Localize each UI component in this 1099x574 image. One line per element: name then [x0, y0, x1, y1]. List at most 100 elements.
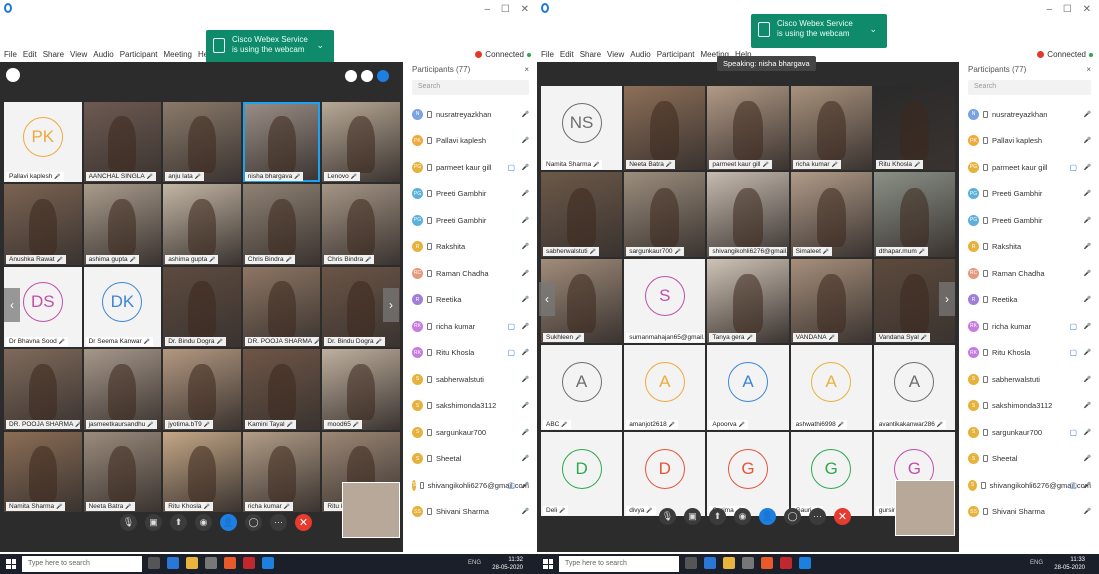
video-tile[interactable]: nisha bhargava 🎤 — [242, 102, 321, 183]
record-icon[interactable]: ◉ — [734, 508, 751, 525]
participant-row[interactable]: RC Raman Chadha 🎤 — [960, 260, 1099, 287]
video-tile[interactable]: Aavantikakanwar286 🎤 — [873, 345, 955, 430]
participant-search-input[interactable]: Search — [412, 80, 529, 95]
end-icon[interactable]: ✕ — [295, 514, 312, 531]
participant-row[interactable]: PG Preeti Gambhir 🎤 — [404, 207, 537, 234]
clock[interactable]: 11:33 28-05-2020 — [1054, 556, 1085, 572]
end-icon[interactable]: ✕ — [834, 508, 851, 525]
layout-grid-icon[interactable] — [345, 70, 357, 82]
video-tile[interactable]: Ssumanmahajan65@gmail.com🎤 — [624, 258, 706, 344]
office-icon[interactable] — [224, 557, 236, 569]
participant-row[interactable]: Nnusratreyazkhan 🎤 — [960, 101, 1099, 128]
participant-row[interactable]: Ssakshimonda3112 🎤 — [404, 393, 537, 420]
participant-row[interactable]: PG Preeti Gambhir 🎤 — [404, 181, 537, 208]
webex-taskbar-icon[interactable] — [262, 557, 274, 569]
participant-row[interactable]: Nnusratreyazkhan 🎤 — [404, 101, 537, 128]
participant-row[interactable]: Ssargunkaur700 ▢ 🎤 — [960, 419, 1099, 446]
video-tile[interactable]: richa kumar 🎤 — [242, 431, 321, 512]
chevron-down-icon[interactable]: ⌄ — [869, 24, 877, 34]
video-tile[interactable]: jasmeetkaursandhu 🎤 — [83, 349, 162, 430]
participant-row[interactable]: PK Pallavi kaplesh 🎤 — [404, 128, 537, 155]
menu-item-meeting[interactable]: Meeting — [164, 50, 192, 59]
layout-switcher[interactable] — [345, 70, 389, 82]
video-tile[interactable]: Kamini Tayal 🎤 — [242, 349, 321, 430]
video-tile[interactable]: Aashwathi6998 🎤 — [790, 345, 872, 430]
video-tile[interactable]: GGauri🎤 — [790, 431, 872, 516]
participant-row[interactable]: R Reetika 🎤 — [960, 287, 1099, 314]
video-tile[interactable]: Simaleet 🎤 — [790, 172, 872, 257]
video-tile[interactable]: anju lata 🎤 — [163, 102, 241, 183]
video-tile[interactable]: Lenovo 🎤 — [322, 102, 400, 183]
video-tile[interactable]: dthapar.mum 🎤 — [873, 172, 955, 257]
store-icon[interactable] — [742, 557, 754, 569]
video-tile[interactable]: Anushka Rawat 🎤 — [4, 184, 82, 265]
menu-item-audio[interactable]: Audio — [630, 50, 650, 59]
participant-row[interactable]: Sshivangikohli6276@gmail.com ▢ 🎤 — [960, 472, 1099, 499]
more-icon[interactable]: ⋯ — [809, 508, 826, 525]
prev-page-arrow[interactable]: ‹ — [4, 288, 20, 322]
video-tile[interactable]: Ritu Khosla 🎤 — [873, 86, 955, 171]
video-tile[interactable]: Chris Bindra 🎤 — [242, 184, 321, 265]
participant-row[interactable]: S Sheetal 🎤 — [404, 446, 537, 473]
video-tile[interactable]: NS Namita Sharma 🎤 — [541, 86, 623, 171]
video-icon[interactable]: ▣ — [684, 508, 701, 525]
video-tile[interactable]: Tanya gera 🎤 — [707, 258, 789, 344]
video-tile[interactable]: mood65 🎤 — [322, 349, 400, 430]
participant-row[interactable]: PK Pallavi kaplesh 🎤 — [960, 128, 1099, 155]
video-tile[interactable]: ashima gupta 🎤 — [163, 184, 241, 265]
participant-row[interactable]: Ssabherwalstuti 🎤 — [404, 366, 537, 393]
menu-item-edit[interactable]: Edit — [560, 50, 574, 59]
video-tile[interactable]: jyotima.bT9 🎤 — [163, 349, 241, 430]
participant-row[interactable]: RK richa kumar ▢ 🎤 — [960, 313, 1099, 340]
video-tile[interactable]: Neeta Batra 🎤 — [83, 431, 162, 512]
window-controls[interactable]: – ☐ ✕ — [1047, 4, 1095, 15]
menu-item-file[interactable]: File — [4, 50, 17, 59]
video-tile[interactable]: sargunkaur700 🎤 — [624, 172, 706, 257]
video-tile[interactable]: AANCHAL SINGLA 🎤 — [83, 102, 162, 183]
video-tile[interactable]: PK Pallavi kaplesh 🎤 — [4, 102, 82, 183]
taskbar-search-input[interactable]: Type here to search — [559, 556, 679, 572]
next-page-arrow[interactable]: › — [383, 288, 399, 322]
video-tile[interactable]: D Deli 🎤 — [541, 431, 623, 516]
participant-row[interactable]: Sshivangikohli6276@gmail.com ▢ 🎤 — [404, 472, 537, 499]
app-icon[interactable] — [243, 557, 255, 569]
video-tile[interactable]: VANDANA 🎤 — [790, 258, 872, 344]
office-icon[interactable] — [761, 557, 773, 569]
mute-icon[interactable]: 🎙 — [659, 508, 676, 525]
explorer-icon[interactable] — [186, 557, 198, 569]
windows-start-icon[interactable] — [6, 559, 16, 569]
video-tile[interactable]: parmeet kaur gill 🎤 — [707, 86, 789, 171]
participant-row[interactable]: RK Ritu Khosla ▢ 🎤 — [404, 340, 537, 367]
participant-row[interactable]: RK Ritu Khosla ▢ 🎤 — [960, 340, 1099, 367]
video-tile[interactable]: DR. POOJA SHARMA 🎤 — [4, 349, 82, 430]
video-tile[interactable]: A Apoorva 🎤 — [707, 345, 789, 430]
menu-item-participant[interactable]: Participant — [120, 50, 158, 59]
windows-start-icon[interactable] — [543, 559, 553, 569]
share-icon[interactable]: ⬆ — [170, 514, 187, 531]
cortana-icon[interactable] — [685, 557, 697, 569]
video-icon[interactable]: ▣ — [145, 514, 162, 531]
chevron-down-icon[interactable]: ⌄ — [316, 40, 324, 50]
mute-icon[interactable]: 🎙 — [120, 514, 137, 531]
self-view[interactable] — [895, 480, 955, 536]
video-tile[interactable]: Ddivya 🎤 — [624, 431, 706, 516]
participant-row[interactable]: Ssakshimonda3112 🎤 — [960, 393, 1099, 420]
video-tile[interactable]: shivangikohli6276@gmail.com🎤 — [707, 172, 789, 257]
menu-item-audio[interactable]: Audio — [93, 50, 113, 59]
video-tile[interactable]: Neeta Batra 🎤 — [624, 86, 706, 171]
self-view[interactable] — [342, 482, 400, 538]
window-controls[interactable]: – ☐ ✕ — [485, 4, 533, 15]
record-icon[interactable]: ◉ — [195, 514, 212, 531]
participant-row[interactable]: PG Preeti Gambhir 🎤 — [960, 181, 1099, 208]
participant-row[interactable]: R Reetika 🎤 — [404, 287, 537, 314]
video-tile[interactable]: A ABC 🎤 — [541, 345, 623, 430]
participant-row[interactable]: R Rakshita 🎤 — [960, 234, 1099, 261]
menu-item-file[interactable]: File — [541, 50, 554, 59]
webcam-notification[interactable]: Cisco Webex Service is using the webcam … — [206, 30, 334, 64]
participant-row[interactable]: SS Shivani Sharma 🎤 — [960, 499, 1099, 526]
cortana-icon[interactable] — [148, 557, 160, 569]
participant-search-input[interactable]: Search — [968, 80, 1091, 95]
chat-icon[interactable]: ◯ — [245, 514, 262, 531]
explorer-icon[interactable] — [723, 557, 735, 569]
menu-item-view[interactable]: View — [70, 50, 87, 59]
